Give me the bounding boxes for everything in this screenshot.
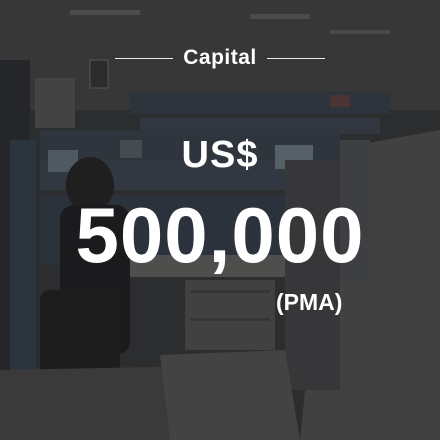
capital-card: Capital US$ 500,000 (PMA) [0, 0, 440, 440]
heading-rule-left [115, 57, 174, 59]
company-type-note: (PMA) [276, 289, 343, 315]
currency-label: US$ [181, 134, 259, 176]
heading-label: Capital [183, 46, 257, 69]
section-heading: Capital [0, 42, 440, 74]
capital-amount: 500,000 [75, 191, 365, 279]
heading-rule-right [266, 57, 325, 59]
